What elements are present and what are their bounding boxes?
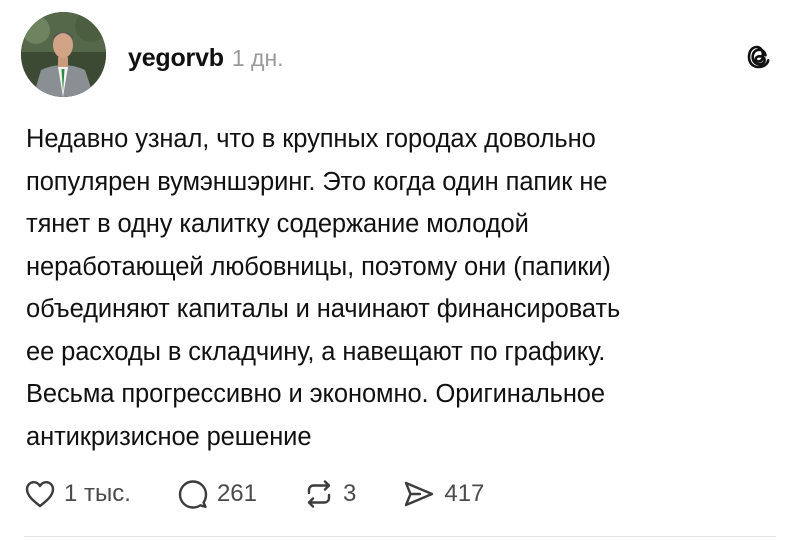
comment-bubble-icon <box>178 480 208 509</box>
post-text: Недавно узнал, что в крупных городах дов… <box>26 125 621 451</box>
like-count: 1 тыс. <box>64 480 131 507</box>
avatar-photo <box>21 12 106 97</box>
share-count: 417 <box>444 480 485 507</box>
avatar[interactable] <box>21 12 106 97</box>
repost-button[interactable]: 3 <box>303 478 356 510</box>
post-header: yegorvb 1 дн. <box>128 44 284 73</box>
threads-logo-icon[interactable] <box>744 42 774 72</box>
like-button[interactable]: 1 тыс. <box>24 479 131 509</box>
send-icon <box>405 481 434 507</box>
username[interactable]: yegorvb <box>128 44 224 73</box>
comment-button[interactable]: 261 <box>177 478 257 510</box>
divider <box>24 536 776 537</box>
thread-post: yegorvb 1 дн. Недавно узнал, что в крупн… <box>0 0 800 540</box>
share-button[interactable]: 417 <box>402 478 484 510</box>
heart-icon <box>25 481 55 508</box>
repost-icon <box>307 480 331 508</box>
timestamp: 1 дн. <box>231 45 284 71</box>
repost-count: 3 <box>342 480 357 507</box>
comment-count: 261 <box>216 480 257 507</box>
action-bar: 1 тыс. 261 3 417 <box>24 474 530 514</box>
